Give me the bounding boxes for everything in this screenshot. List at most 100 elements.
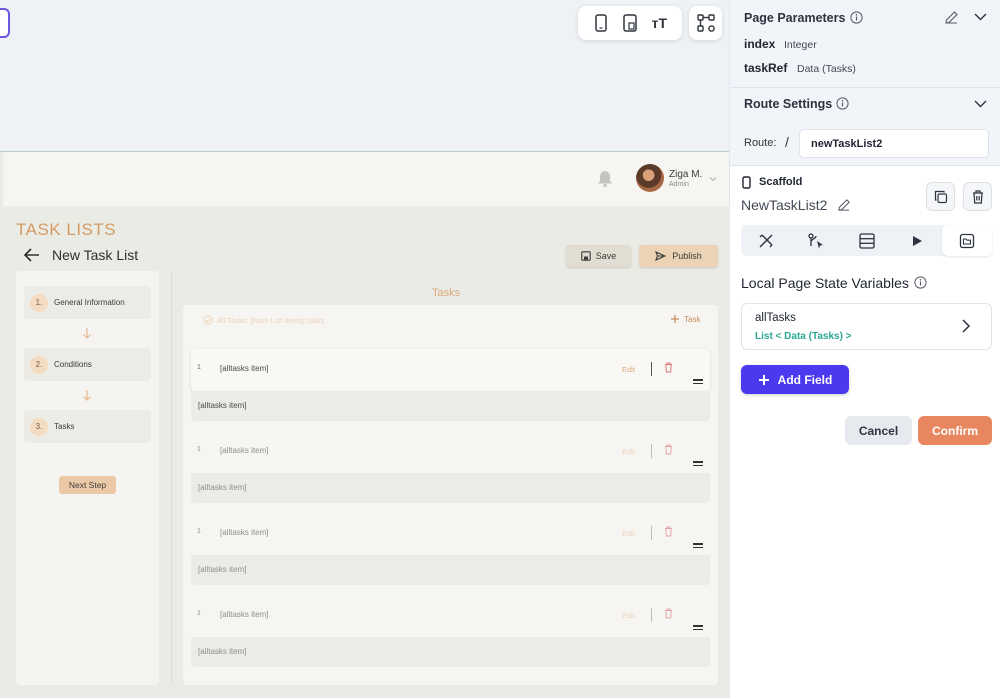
route-prefix: / — [785, 134, 789, 150]
task-index: 1 — [197, 528, 201, 535]
copy-icon — [934, 190, 947, 203]
page-name: NewTaskList2 — [741, 197, 828, 213]
task-card[interactable]: 1 [alltasks item] Edit [alltasks item] — [191, 595, 710, 667]
add-field-button[interactable]: Add Field — [741, 365, 849, 394]
task-detail: [alltasks item] — [191, 637, 710, 667]
phone-icon — [742, 176, 751, 189]
tab-actions[interactable] — [791, 225, 841, 256]
task-card-header: 1 [alltasks item] Edit — [191, 431, 710, 473]
chevron-down-icon[interactable] — [974, 100, 987, 108]
tools-icon — [759, 234, 773, 247]
app-preview: Ziga M. Admin TASK LISTS New Task List S… — [0, 151, 729, 698]
confirm-button[interactable]: Confirm — [918, 416, 992, 445]
task-card[interactable]: 1 [alltasks item] Edit [alltasks item] — [191, 513, 710, 585]
publish-button[interactable]: Publish — [639, 245, 718, 267]
collapse-handle[interactable] — [0, 8, 10, 38]
edit-icon[interactable] — [837, 198, 851, 212]
steps-panel: 1. General Information 2. Conditions 3. … — [16, 271, 159, 685]
info-icon[interactable] — [914, 276, 927, 289]
bell-icon[interactable] — [597, 170, 613, 188]
task-title: [alltasks item] — [220, 528, 269, 537]
scaffold-label: Scaffold — [759, 176, 803, 188]
step-tasks[interactable]: 3. Tasks — [24, 410, 151, 443]
save-button[interactable]: Save — [566, 245, 631, 267]
tab-animations[interactable] — [892, 225, 942, 256]
duplicate-button[interactable] — [926, 182, 955, 211]
chevron-down-icon[interactable] — [709, 176, 717, 182]
divider — [171, 271, 172, 685]
task-card[interactable]: 1 [alltasks item] Edit [alltasks item] — [191, 431, 710, 503]
task-title: [alltasks item] — [220, 610, 269, 619]
step-number: 3. — [30, 417, 48, 436]
tab-backend-query[interactable] — [841, 225, 891, 256]
param-name: taskRef — [744, 61, 788, 75]
tasks-count-text: All Tasks: [Num List Items] tasks — [217, 315, 325, 325]
app-header: Ziga M. Admin — [3, 152, 729, 206]
add-task-label: Task — [684, 314, 701, 324]
trash-icon[interactable] — [664, 362, 673, 373]
task-edit-link[interactable]: Edit — [622, 447, 635, 456]
state-variable-name: allTasks — [755, 312, 796, 324]
info-icon[interactable] — [850, 11, 863, 24]
divider — [651, 362, 652, 376]
plus-icon — [671, 315, 679, 323]
task-card-header: 1 [alltasks item] Edit — [191, 595, 710, 637]
user-role: Admin — [669, 181, 689, 188]
divider — [651, 444, 652, 458]
drag-handle-icon[interactable] — [693, 543, 703, 550]
drag-handle-icon[interactable] — [693, 461, 703, 468]
tab-state[interactable] — [941, 225, 993, 256]
local-state-title: Local Page State Variables — [741, 275, 909, 291]
user-name: Ziga M. — [669, 169, 703, 180]
phone-icon[interactable] — [590, 12, 612, 34]
task-title: [alltasks item] — [220, 446, 269, 455]
step-label: General Information — [54, 298, 125, 307]
cancel-button[interactable]: Cancel — [845, 416, 912, 445]
task-detail: [alltasks item] — [191, 391, 710, 421]
divider — [651, 526, 652, 540]
next-step-button[interactable]: Next Step — [59, 476, 116, 494]
chevron-right-icon — [962, 319, 971, 333]
page-heading: TASK LISTS — [16, 220, 117, 239]
task-detail: [alltasks item] — [191, 473, 710, 503]
info-icon[interactable] — [836, 97, 849, 110]
step-label: Conditions — [54, 360, 92, 369]
task-edit-link[interactable]: Edit — [622, 611, 635, 620]
trash-icon[interactable] — [664, 608, 673, 619]
drag-handle-icon[interactable] — [693, 379, 703, 386]
text-size-icon[interactable]: тT — [648, 12, 670, 34]
drag-handle-icon[interactable] — [693, 625, 703, 632]
trash-icon[interactable] — [664, 526, 673, 537]
param-name: index — [744, 37, 776, 51]
step-conditions[interactable]: 2. Conditions — [24, 348, 151, 381]
task-card[interactable]: 1 [alltasks item] Edit [alltasks item] — [191, 349, 710, 421]
chevron-down-icon[interactable] — [974, 13, 987, 21]
page-subtitle: New Task List — [52, 247, 139, 263]
task-index: 1 — [197, 610, 201, 617]
param-type: Data (Tasks) — [797, 63, 856, 75]
task-edit-link[interactable]: Edit — [622, 529, 635, 538]
delete-button[interactable] — [963, 182, 992, 211]
avatar[interactable] — [636, 164, 664, 192]
back-arrow-icon[interactable] — [24, 248, 40, 262]
trash-icon[interactable] — [664, 444, 673, 455]
step-number: 2. — [30, 355, 48, 374]
action-flow-icon — [808, 232, 824, 248]
check-circle-icon — [203, 315, 213, 325]
edit-icon[interactable] — [944, 10, 959, 25]
route-settings-section: Route Settings Route: / newTaskList2 — [730, 88, 1000, 166]
arrow-down-icon — [83, 390, 91, 401]
step-general-information[interactable]: 1. General Information — [24, 286, 151, 319]
task-edit-link[interactable]: Edit — [622, 365, 635, 374]
state-variable-card[interactable]: allTasks List < Data (Tasks) > — [741, 303, 992, 350]
properties-panel: Page Parameters index Integer taskRef Da… — [729, 0, 1000, 698]
tablet-icon[interactable] — [619, 12, 641, 34]
route-input[interactable]: newTaskList2 — [799, 129, 989, 158]
route-label: Route: — [744, 137, 777, 149]
canvas-area: тT — [0, 0, 729, 152]
task-card-header: 1 [alltasks item] Edit — [191, 349, 710, 391]
tab-properties[interactable] — [741, 225, 791, 256]
widget-tree-button[interactable] — [689, 6, 722, 40]
add-task-button[interactable]: Task — [670, 314, 700, 324]
step-number: 1. — [30, 293, 48, 312]
